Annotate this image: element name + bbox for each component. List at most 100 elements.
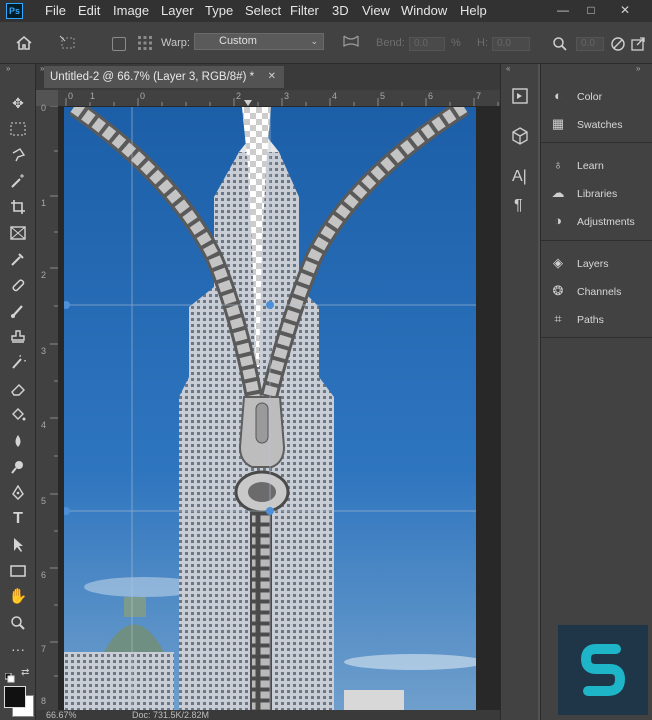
- status-bar: 66.67% Doc: 731.5K/2.82M: [36, 710, 500, 720]
- document-tab-title: Untitled-2 @ 66.7% (Layer 3, RGB/8#) *: [50, 71, 255, 83]
- menu-layer[interactable]: Layer: [161, 3, 194, 18]
- transform-mode-icon[interactable]: [58, 34, 78, 52]
- ruler-tick-label: 0: [41, 103, 47, 113]
- panel-swatches-label: Swatches: [577, 119, 623, 131]
- paragraph-panel-icon[interactable]: ¶: [514, 197, 530, 217]
- menu-3d[interactable]: 3D: [332, 3, 349, 18]
- history-panel-icon[interactable]: [510, 86, 530, 106]
- collapse-panels-icon[interactable]: »: [636, 64, 640, 73]
- document-canvas-image[interactable]: [64, 107, 476, 710]
- zoom-tool-icon[interactable]: [6, 612, 30, 634]
- menu-help[interactable]: Help: [460, 3, 487, 18]
- marquee-tool-icon[interactable]: [6, 118, 30, 140]
- panel-color-label: Color: [577, 91, 603, 103]
- h-distortion-field[interactable]: 0.0: [492, 37, 530, 51]
- panel-layers[interactable]: ◈ Layers: [548, 251, 652, 275]
- ruler-tick-label: 4: [41, 420, 47, 430]
- collapsed-panels-strip: [500, 64, 538, 720]
- menu-edit[interactable]: Edit: [78, 3, 100, 18]
- panel-learn[interactable]: ♁ Learn: [548, 153, 652, 177]
- panel-divider: [541, 337, 652, 338]
- close-tab-icon[interactable]: ✕: [268, 66, 276, 88]
- brush-tool-icon[interactable]: [6, 300, 30, 322]
- clone-stamp-tool-icon[interactable]: [6, 326, 30, 348]
- collapse-strip-icon[interactable]: «: [506, 64, 510, 73]
- ruler-tick-label: 6: [41, 570, 47, 580]
- panel-paths[interactable]: ⌗ Paths: [548, 307, 652, 331]
- home-icon[interactable]: [14, 34, 34, 52]
- panel-swatches[interactable]: ▦ Swatches: [548, 112, 652, 136]
- history-brush-tool-icon[interactable]: [6, 352, 30, 374]
- panel-libraries[interactable]: ☁ Libraries: [548, 181, 652, 205]
- menu-window[interactable]: Window: [401, 3, 447, 18]
- more-tools-icon[interactable]: ···: [6, 638, 30, 660]
- document-tab[interactable]: Untitled-2 @ 66.7% (Layer 3, RGB/8#) * ✕: [44, 66, 284, 88]
- type-tool-icon[interactable]: T: [6, 508, 30, 530]
- swap-colors-icon[interactable]: ⇄: [21, 667, 29, 678]
- panel-channels[interactable]: ❂ Channels: [548, 279, 652, 303]
- path-selection-tool-icon[interactable]: [6, 534, 30, 556]
- ruler-tick-label: 0: [140, 91, 146, 101]
- color-palette-icon: ◐: [554, 88, 562, 103]
- reference-point-icon[interactable]: [138, 36, 152, 50]
- menu-view[interactable]: View: [362, 3, 390, 18]
- pen-tool-icon[interactable]: [6, 482, 30, 504]
- hand-tool-icon[interactable]: ✋: [6, 586, 30, 608]
- move-tool-icon[interactable]: ✥: [6, 92, 30, 114]
- frame-tool-icon[interactable]: [6, 222, 30, 244]
- paths-pen-icon: ⌗: [554, 311, 562, 326]
- menu-type[interactable]: Type: [205, 3, 233, 18]
- ruler-tick-label: 2: [41, 270, 47, 280]
- v-distortion-field[interactable]: 0.0: [576, 37, 604, 51]
- restore-button[interactable]: □: [582, 2, 600, 18]
- rectangle-tool-icon[interactable]: [6, 560, 30, 582]
- eraser-tool-icon[interactable]: [6, 378, 30, 400]
- crop-tool-icon[interactable]: [6, 196, 30, 218]
- panel-divider: [541, 142, 652, 143]
- cancel-transform-icon[interactable]: [610, 36, 626, 52]
- blur-tool-icon[interactable]: [6, 430, 30, 452]
- foreground-color-swatch[interactable]: [4, 686, 26, 708]
- bend-field[interactable]: 0.0: [409, 37, 445, 51]
- default-colors-icon[interactable]: [4, 670, 15, 683]
- ruler-tick-label: 1: [41, 198, 47, 208]
- dodge-tool-icon[interactable]: [6, 456, 30, 478]
- menu-select[interactable]: Select: [245, 3, 281, 18]
- panel-learn-label: Learn: [577, 160, 604, 172]
- lasso-tool-icon[interactable]: [6, 144, 30, 166]
- ruler-tick-label: 3: [41, 346, 47, 356]
- reference-point-checkbox[interactable]: [112, 37, 126, 51]
- chevron-down-icon: ⌄: [310, 36, 318, 46]
- warp-orientation-icon[interactable]: [340, 33, 362, 51]
- warp-style-value: Custom: [219, 35, 257, 47]
- eyedropper-tool-icon[interactable]: [6, 248, 30, 270]
- menu-image[interactable]: Image: [113, 3, 149, 18]
- brand-logo: [558, 625, 648, 715]
- character-panel-icon[interactable]: A|: [512, 168, 530, 188]
- collapse-toolbar-icon[interactable]: »: [6, 64, 10, 73]
- layers-stack-icon: ◈: [553, 255, 563, 270]
- panel-channels-label: Channels: [577, 286, 622, 298]
- menu-bar: Ps File Edit Image Layer Type Select Fil…: [0, 0, 652, 22]
- panel-layers-label: Layers: [577, 258, 609, 270]
- search-icon[interactable]: [552, 36, 568, 52]
- minimize-button[interactable]: —: [554, 2, 572, 18]
- lightbulb-icon: ♁: [553, 157, 563, 172]
- close-window-button[interactable]: ✕: [616, 2, 634, 18]
- zoom-level[interactable]: 66.67%: [46, 710, 77, 720]
- share-icon[interactable]: [630, 36, 646, 52]
- ruler-tick-label: 5: [41, 496, 47, 506]
- panel-paths-label: Paths: [577, 314, 604, 326]
- warp-style-select[interactable]: Custom ⌄: [194, 33, 324, 50]
- photoshop-logo: Ps: [6, 3, 23, 19]
- panel-adjustments-label: Adjustments: [577, 216, 635, 228]
- paint-bucket-tool-icon[interactable]: [6, 404, 30, 426]
- menu-filter[interactable]: Filter: [290, 3, 319, 18]
- healing-brush-tool-icon[interactable]: [6, 274, 30, 296]
- panel-adjustments[interactable]: ◑ Adjustments: [548, 209, 652, 233]
- menu-file[interactable]: File: [45, 3, 66, 18]
- ruler-tick-label: 4: [332, 91, 338, 101]
- panel-color[interactable]: ◐ Color: [548, 84, 652, 108]
- magic-wand-tool-icon[interactable]: [6, 170, 30, 192]
- 3d-panel-icon[interactable]: [510, 126, 530, 146]
